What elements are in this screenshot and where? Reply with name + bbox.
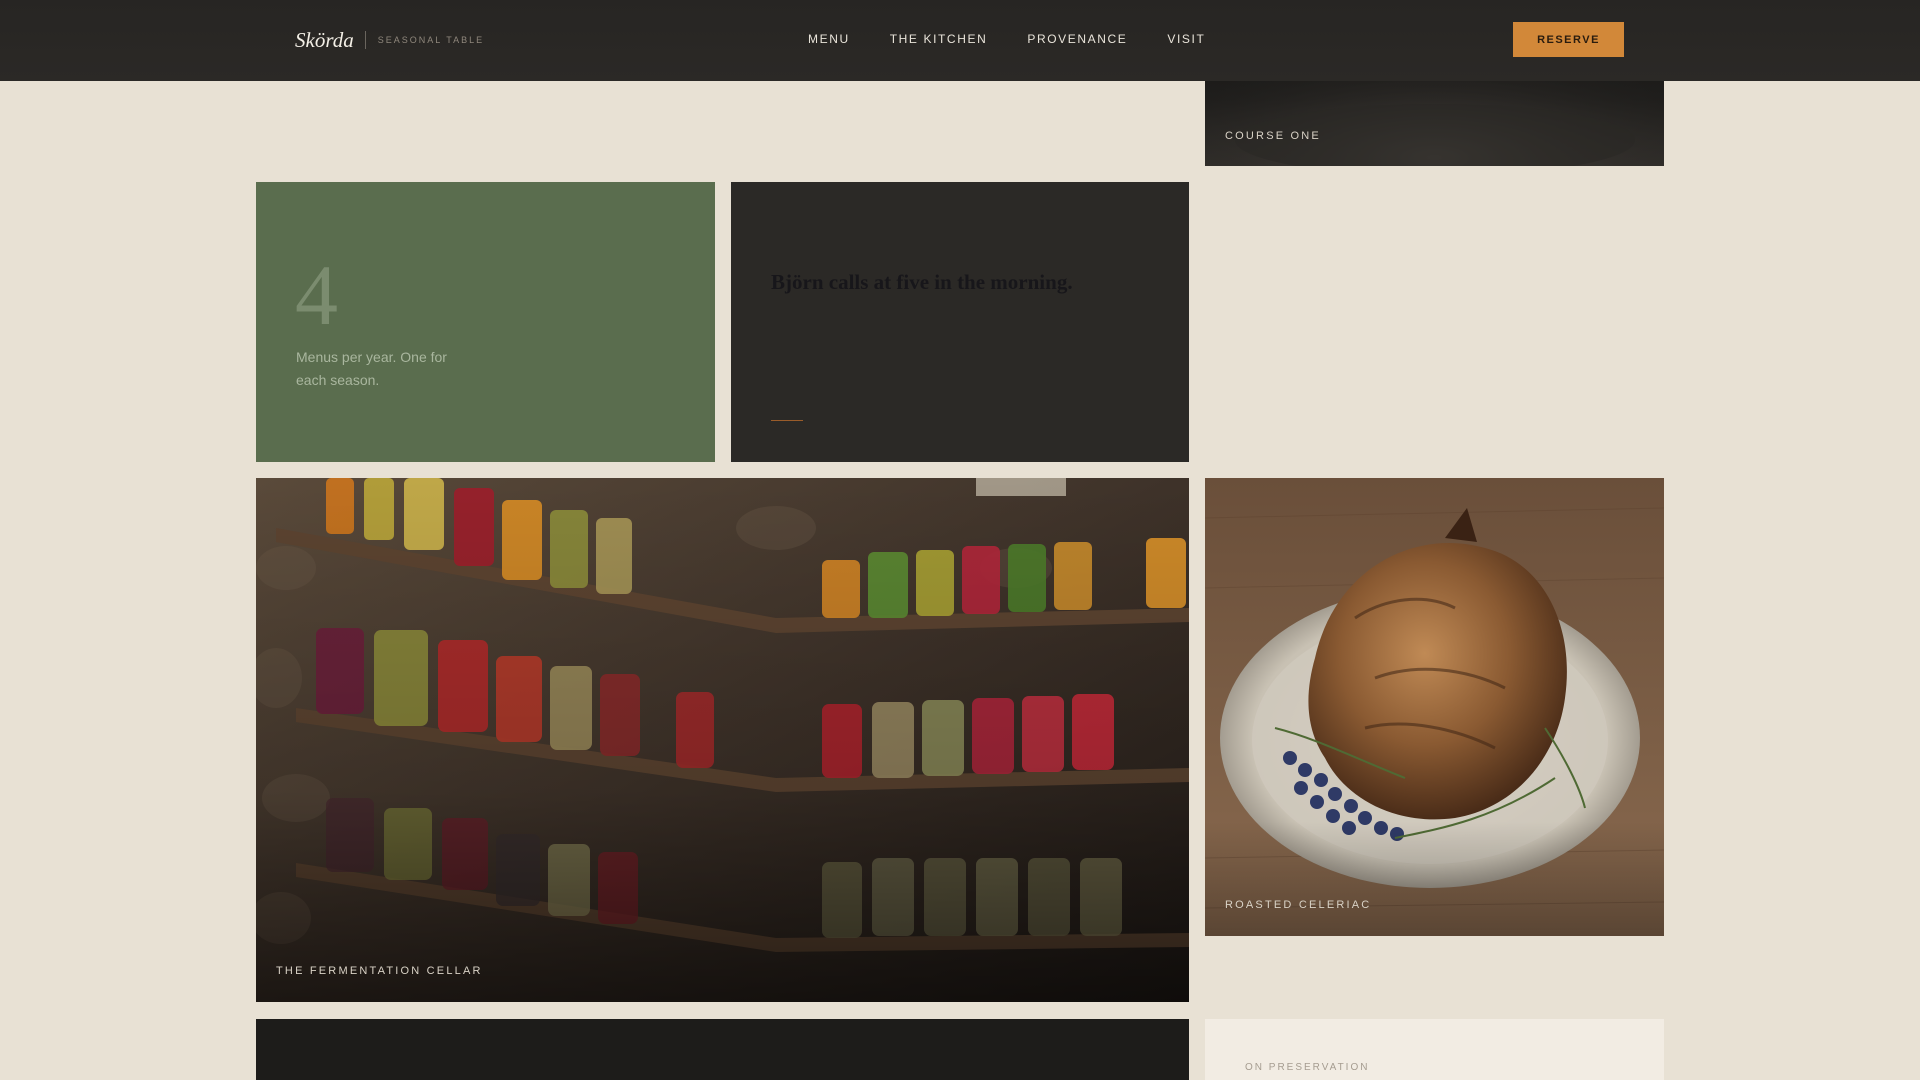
fermentation-cellar-caption: THE FERMENTATION CELLAR	[276, 965, 483, 977]
brand[interactable]: Skörda SEASONAL TABLE	[295, 26, 484, 54]
seasons-stat-tile: 4 Menus per year. One for each season.	[256, 182, 715, 462]
brand-divider	[364, 31, 366, 49]
reserve-button[interactable]: RESERVE	[1513, 22, 1624, 57]
story-accent-rule	[771, 420, 803, 421]
nav-menu[interactable]: MENU	[808, 32, 850, 46]
preservation-eyebrow: ON PRESERVATION	[1245, 1062, 1370, 1073]
brand-tagline: SEASONAL TABLE	[377, 35, 485, 45]
dark-feature-tile	[256, 1019, 1189, 1080]
main-nav: MENU THE KITCHEN PROVENANCE VISIT	[808, 32, 1245, 46]
fermentation-cellar-tile[interactable]: THE FERMENTATION CELLAR	[256, 478, 1189, 1002]
stat-number: 4	[295, 247, 338, 343]
roasted-celeriac-image	[1205, 478, 1664, 936]
nav-the-kitchen[interactable]: THE KITCHEN	[890, 32, 988, 46]
story-title: Björn calls at five in the morning.	[771, 270, 1073, 294]
course-one-caption: COURSE ONE	[1225, 130, 1321, 142]
roasted-celeriac-tile[interactable]: ROASTED CELERIAC	[1205, 478, 1664, 936]
nav-provenance[interactable]: PROVENANCE	[1027, 32, 1127, 46]
roasted-celeriac-caption: ROASTED CELERIAC	[1225, 899, 1372, 911]
nav-visit[interactable]: VISIT	[1167, 32, 1205, 46]
stat-description: Menus per year. One for each season.	[296, 349, 447, 388]
site-header: Skörda SEASONAL TABLE MENU THE KITCHEN P…	[0, 0, 1920, 81]
on-preservation-card[interactable]: ON PRESERVATION	[1205, 1019, 1664, 1080]
fermentation-cellar-image	[256, 478, 1189, 1002]
brand-name[interactable]: Skörda	[295, 28, 354, 53]
story-card[interactable]: Björn calls at five in the morning.	[731, 182, 1189, 462]
